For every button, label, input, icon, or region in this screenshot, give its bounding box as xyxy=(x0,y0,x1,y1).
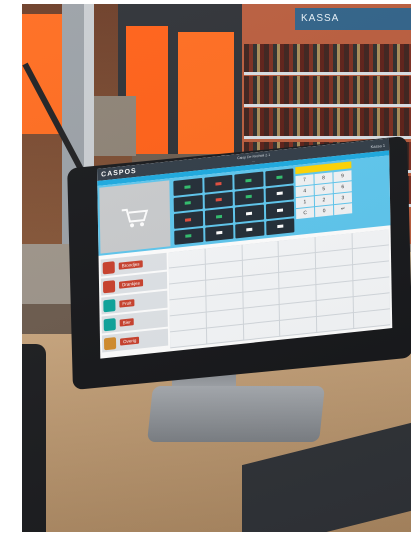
product-tile[interactable] xyxy=(206,324,243,344)
numpad-key[interactable]: C xyxy=(296,207,315,220)
door-glass-right xyxy=(178,32,234,154)
function-button[interactable] xyxy=(265,184,294,203)
shelf xyxy=(244,104,411,107)
drink-icon xyxy=(102,279,116,293)
register-label: Kassa 1 xyxy=(370,142,386,149)
product-tile[interactable] xyxy=(354,309,391,329)
product-tile[interactable] xyxy=(317,313,354,332)
function-button[interactable] xyxy=(265,217,295,236)
product-tile[interactable] xyxy=(280,317,317,336)
numpad-key[interactable]: 4 xyxy=(295,185,314,198)
category-label: Overig xyxy=(119,336,140,346)
category-label: Bier xyxy=(119,318,134,327)
product-tile[interactable] xyxy=(169,328,207,348)
shopping-cart-icon xyxy=(121,208,149,228)
category-label: Broodjes xyxy=(118,260,143,270)
crates xyxy=(92,96,136,156)
photo: KASSA CASPOS Caisp De Rechtel 2.1 ... Ka… xyxy=(22,4,411,532)
function-button[interactable] xyxy=(173,210,203,229)
function-button[interactable] xyxy=(204,207,234,226)
numpad-key[interactable]: 0 xyxy=(315,205,334,218)
function-button[interactable] xyxy=(264,168,294,186)
numpad-key[interactable]: 7 xyxy=(295,174,314,187)
bread-icon xyxy=(102,260,115,274)
bottle-row xyxy=(244,76,411,104)
cart-panel[interactable] xyxy=(99,180,171,254)
numpad-key[interactable]: ↵ xyxy=(334,203,353,216)
product-tile[interactable] xyxy=(243,320,280,340)
function-button[interactable] xyxy=(235,221,264,239)
function-button[interactable] xyxy=(234,171,264,190)
beer-icon xyxy=(103,317,116,331)
function-button[interactable] xyxy=(265,201,295,219)
function-button[interactable] xyxy=(203,174,233,193)
store-sign: KASSA xyxy=(295,8,411,30)
fruit-icon xyxy=(103,298,116,312)
function-button[interactable] xyxy=(204,224,234,242)
category-list: Broodjes Drankjes Fruit Bier Overig xyxy=(100,252,169,355)
numpad-key[interactable]: 1 xyxy=(295,196,315,209)
numpad-key[interactable]: 8 xyxy=(314,172,333,185)
bottle-row xyxy=(244,108,411,136)
numpad-key[interactable]: 9 xyxy=(333,170,352,183)
function-button-grid xyxy=(173,168,295,245)
bottle-row xyxy=(244,44,411,72)
numpad-key[interactable]: 2 xyxy=(314,194,334,207)
category-label: Fruit xyxy=(119,299,135,308)
function-button[interactable] xyxy=(173,178,203,196)
category-label: Drankjes xyxy=(119,279,143,289)
function-button[interactable] xyxy=(234,204,264,223)
shelf xyxy=(244,72,411,75)
numpad: 7 8 9 4 5 6 1 2 3 C 0 ↵ xyxy=(295,161,353,231)
function-button[interactable] xyxy=(204,191,233,209)
misc-icon xyxy=(103,336,117,350)
function-button[interactable] xyxy=(234,188,264,206)
function-button[interactable] xyxy=(174,227,203,245)
store-subtitle: ... xyxy=(252,158,256,163)
barcode-scanner xyxy=(22,344,46,532)
monitor-stand-base xyxy=(147,386,325,442)
function-button[interactable] xyxy=(173,194,203,212)
pos-screen: CASPOS Caisp De Rechtel 2.1 ... Kassa 1 xyxy=(97,138,393,359)
numpad-key[interactable]: 6 xyxy=(333,181,352,194)
numpad-key[interactable]: 5 xyxy=(314,183,333,196)
product-grid xyxy=(168,229,391,349)
numpad-key[interactable]: 3 xyxy=(333,192,353,205)
